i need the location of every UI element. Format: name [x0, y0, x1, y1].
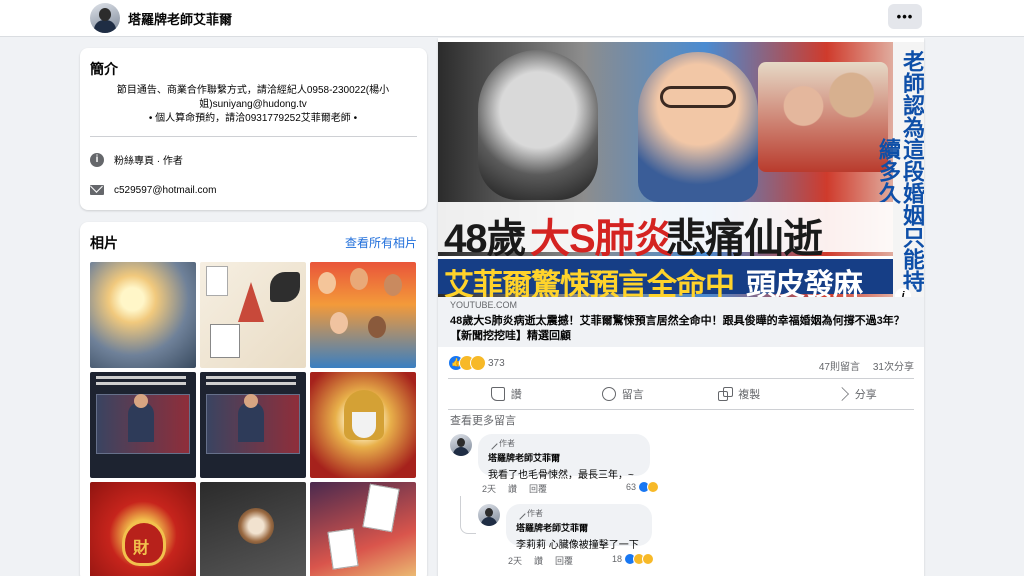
photo-thumbnail[interactable] [310, 372, 416, 478]
comment-text: 李莉莉 心臟像被撞擊了一下 [516, 540, 639, 551]
reaction-count[interactable]: 373 [488, 358, 505, 369]
link-title[interactable]: 48歲大S肺炎病逝太震撼！艾菲爾驚悚預言居然全命中！跟具俊曄的幸福婚姻為何撐不過… [450, 314, 910, 344]
info-icon: i [90, 152, 104, 167]
thumbnail-host-photo [638, 52, 758, 202]
info-icon[interactable]: i [895, 288, 911, 297]
intro-title: 簡介 [90, 61, 118, 77]
page-avatar[interactable] [90, 3, 120, 33]
author-badge: 作者 [486, 437, 640, 450]
thumbnail-side-caption: 老師認為這段婚姻只能持續多久 [876, 42, 924, 297]
photo-thumbnail[interactable] [310, 482, 416, 576]
page-header-bar: 塔羅牌老師艾菲爾 ••• [0, 0, 1024, 37]
comment-icon [601, 387, 616, 401]
more-options-button[interactable]: ••• [888, 4, 922, 29]
comment-reaction-count: 63 [626, 482, 637, 492]
thread-elbow [460, 520, 476, 534]
comment-time[interactable]: 2天 [508, 554, 522, 567]
intro-category-row: i 粉絲專頁 · 作者 [90, 152, 183, 167]
stats-divider [448, 378, 914, 379]
link-preview[interactable]: YOUTUBE.COM 48歲大S肺炎病逝太震撼！艾菲爾驚悚預言居然全命中！跟具… [438, 297, 924, 347]
comment-bubble: 作者 塔羅牌老師艾菲爾 我看了也毛骨悚然，最長三年，~ [478, 434, 650, 481]
comment-reply-item: 作者 塔羅牌老師艾菲爾 李莉莉 心臟像被撞擊了一下 2天 讚 回覆 18 [478, 504, 908, 567]
post-card: 老師認為這段婚姻只能持續多久 48歲 大S肺炎 悲痛仙逝 艾菲爾驚悚預言全命中 … [438, 38, 924, 576]
like-button[interactable]: 讚 [448, 380, 565, 408]
comment-text: 我看了也毛骨悚然，最長三年，~ [488, 470, 634, 481]
comment-bubble: 作者 塔羅牌老師艾菲爾 李莉莉 心臟像被撞擊了一下 [506, 504, 652, 551]
commenter-avatar[interactable] [478, 504, 500, 526]
see-all-photos-link[interactable]: 查看所有相片 [345, 234, 417, 251]
share-button[interactable]: 分享 [798, 380, 915, 408]
comment-meta: 2天 讚 回覆 [482, 482, 547, 495]
photo-thumbnail[interactable] [90, 262, 196, 368]
ellipsis-icon: ••• [896, 9, 914, 24]
intro-email[interactable]: c529597@hotmail.com [114, 185, 216, 196]
photo-grid: 財 [90, 262, 416, 576]
copy-button[interactable]: 複製 [681, 380, 798, 408]
thumbnail-woman-photo [478, 50, 598, 200]
photos-title: 相片 [90, 235, 118, 251]
comment-reply-link[interactable]: 回覆 [555, 554, 573, 567]
author-badge-label: 作者 [499, 439, 515, 448]
mail-icon [90, 183, 104, 197]
reaction-icons[interactable]: 👍 [448, 355, 488, 371]
comment-label: 留言 [621, 389, 644, 401]
actions-divider [448, 409, 914, 410]
photo-thumbnail[interactable] [200, 372, 306, 478]
photo-thumbnail[interactable] [200, 262, 306, 368]
link-domain: YOUTUBE.COM [450, 300, 518, 310]
comment-time[interactable]: 2天 [482, 482, 496, 495]
intro-card: 簡介 節目通告、商業合作聯繫方式，請洽經紀人0958-230022(楊小姐)su… [80, 48, 427, 210]
thumbnail-couple-photo [758, 62, 888, 172]
sad-reaction-icon [647, 481, 660, 493]
pen-icon [514, 507, 526, 520]
love-reaction-icon [642, 553, 655, 565]
headline-yellow: 艾菲爾驚悚預言全命中 [444, 269, 735, 297]
comment-like-link[interactable]: 讚 [508, 482, 517, 495]
photo-thumbnail[interactable] [310, 262, 416, 368]
intro-divider [90, 136, 417, 137]
intro-category: 粉絲專頁 · 作者 [114, 156, 183, 167]
commenter-name[interactable]: 塔羅牌老師艾菲爾 [488, 451, 640, 464]
intro-bio-booking: • 個人算命預約，請洽0931779252艾菲爾老師 • [148, 113, 358, 124]
comment-like-link[interactable]: 讚 [534, 554, 543, 567]
copy-label: 複製 [738, 389, 761, 401]
comment-reactions[interactable]: 18 [612, 553, 655, 565]
intro-bio-contact: 節目通告、商業合作聯繫方式，請洽經紀人0958-230022(楊小姐)suniy… [116, 85, 390, 110]
view-more-comments-link[interactable]: 查看更多留言 [450, 412, 516, 428]
intro-email-row: c529597@hotmail.com [90, 183, 216, 197]
author-badge-label: 作者 [527, 509, 543, 518]
comment-reaction-count: 18 [612, 554, 623, 564]
author-badge: 作者 [514, 507, 642, 520]
wow-reaction-icon [470, 355, 486, 371]
comment-reactions[interactable]: 63 [626, 481, 660, 493]
share-label: 分享 [854, 389, 877, 401]
share-count[interactable]: 31次分享 [873, 358, 914, 373]
commenter-name[interactable]: 塔羅牌老師艾菲爾 [516, 521, 642, 534]
post-stats: 👍 373 47則留言 31次分享 [448, 352, 914, 374]
like-label: 讚 [510, 389, 522, 401]
comment-button[interactable]: 留言 [565, 380, 682, 408]
comment-meta: 2天 讚 回覆 [508, 554, 573, 567]
thumbnail-headline-top: 48歲 大S肺炎 悲痛仙逝 [438, 202, 893, 261]
copy-icon [718, 387, 734, 401]
headline-white: 頭皮發麻 [746, 269, 863, 297]
photo-thumbnail[interactable]: 財 [90, 482, 196, 576]
page-name[interactable]: 塔羅牌老師艾菲爾 [128, 9, 232, 28]
thumbs-up-icon [490, 387, 505, 401]
comment-reply-link[interactable]: 回覆 [529, 482, 547, 495]
pen-icon [486, 437, 498, 450]
thumbnail-headline-bottom: 艾菲爾驚悚預言全命中 頭皮發麻 [438, 256, 893, 297]
photo-thumbnail[interactable] [90, 372, 196, 478]
intro-bio: 節目通告、商業合作聯繫方式，請洽經紀人0958-230022(楊小姐)suniy… [98, 84, 408, 126]
thread-line [460, 496, 461, 520]
post-actions: 讚 留言 複製 分享 [448, 380, 914, 408]
photo-thumbnail[interactable] [200, 482, 306, 576]
share-icon [834, 387, 849, 401]
video-thumbnail[interactable]: 老師認為這段婚姻只能持續多久 48歲 大S肺炎 悲痛仙逝 艾菲爾驚悚預言全命中 … [438, 42, 924, 297]
photos-card: 相片 查看所有相片 財 [80, 222, 427, 576]
commenter-avatar[interactable] [450, 434, 472, 456]
comment-count[interactable]: 47則留言 [819, 358, 860, 373]
comment-item: 作者 塔羅牌老師艾菲爾 我看了也毛骨悚然，最長三年，~ 2天 讚 回覆 63 [450, 434, 910, 494]
